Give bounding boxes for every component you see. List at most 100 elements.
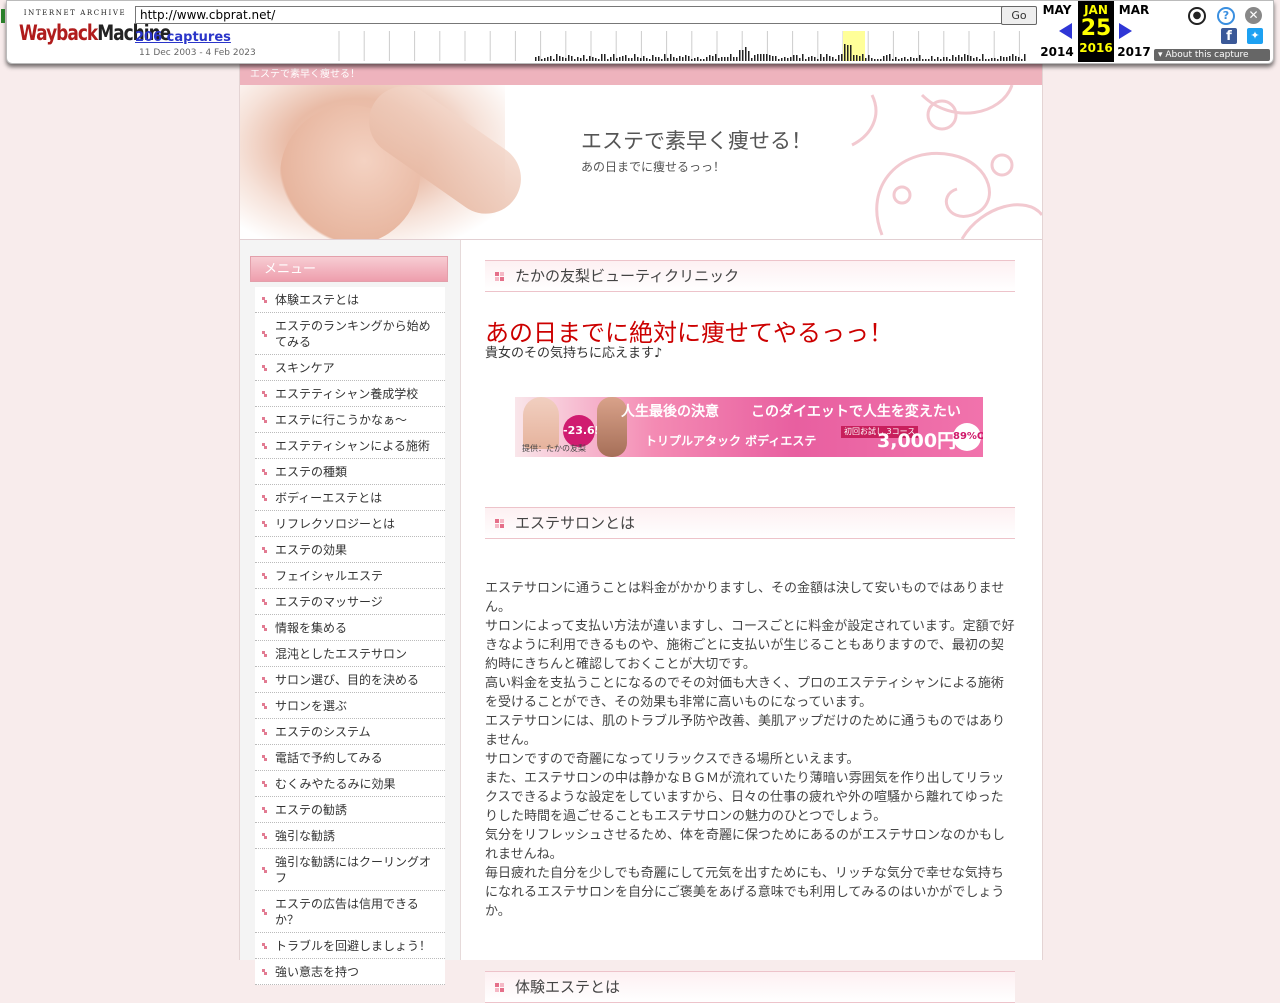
sparkline-bar (700, 59, 702, 61)
sparkline-bar (607, 59, 609, 61)
url-input[interactable]: http://www.cbprat.net/ (135, 6, 1003, 24)
paragraph-line: サロンによって支払い方法が違いますし、コースごとに料金が設定されています。定額で… (485, 619, 1015, 672)
next-capture-arrow-icon[interactable] (1119, 23, 1132, 39)
sidebar-item[interactable]: トラブルを回避しましょう！ (255, 933, 445, 959)
sidebar-item-label: エステの広告は信用できるか？ (275, 897, 419, 927)
sidebar-item[interactable]: むくみやたるみに効果 (255, 771, 445, 797)
sparkline-bar (898, 59, 900, 61)
paragraph-line: エステサロンには、肌のトラブル予防や改善、美肌アップだけのために通うものではあり… (485, 714, 1006, 748)
prev-year-label[interactable]: 2014 (1037, 45, 1077, 59)
captures-link[interactable]: 206 captures (135, 30, 231, 45)
sparkline-bar (892, 59, 894, 61)
menu-bullet-icon (262, 780, 267, 787)
sparkline-bar (682, 57, 684, 61)
sparkline-bar (817, 59, 819, 61)
sidebar-item[interactable]: リフレクソロジーとは (255, 511, 445, 537)
prev-month-label[interactable]: MAY (1037, 3, 1077, 17)
sidebar-item[interactable]: サロンを選ぶ (255, 693, 445, 719)
ad-banner[interactable]: -23.65kg 人生最後の決意 このダイエットで人生を変えたい トリプルアタッ… (515, 397, 983, 457)
sparkline-bar (859, 56, 861, 61)
sidebar-item[interactable]: エステのマッサージ (255, 589, 445, 615)
sidebar-item-label: ボディーエステとは (275, 491, 383, 505)
sparkline-bar (955, 57, 957, 61)
sparkline-bar (754, 55, 756, 61)
sparkline-bar (805, 59, 807, 61)
sparkline-bar (832, 57, 834, 61)
sidebar-item[interactable]: 混沌としたエステサロン (255, 641, 445, 667)
menu-bullet-icon (262, 520, 267, 527)
sparkline-bar (931, 56, 933, 61)
sidebar-item[interactable]: エステのシステム (255, 719, 445, 745)
current-day: 25 (1080, 16, 1112, 41)
sparkline-bar (676, 58, 678, 61)
sparkline-bar (886, 55, 888, 61)
sidebar-item-label: フェイシャルエステ (275, 569, 384, 583)
sidebar-item[interactable]: エステの効果 (255, 537, 445, 563)
section-bullet-icon (495, 983, 505, 993)
sidebar-item[interactable]: フェイシャルエステ (255, 563, 445, 589)
sparkline-bar (745, 47, 747, 61)
go-button[interactable]: Go (1001, 6, 1037, 25)
sidebar-item[interactable]: 電話で予約してみる (255, 745, 445, 771)
capture-sparkline[interactable] (335, 31, 1035, 61)
sparkline-bar (1000, 56, 1002, 61)
prev-capture-arrow-icon[interactable] (1059, 23, 1072, 39)
sidebar-item[interactable]: エステの広告は信用できるか？ (255, 891, 445, 933)
facebook-icon[interactable]: f (1221, 28, 1237, 44)
sidebar-item[interactable]: スキンケア (255, 355, 445, 381)
sidebar-item[interactable]: エステの勧誘 (255, 797, 445, 823)
sparkline-bar (823, 57, 825, 61)
sparkline-bar (862, 54, 864, 61)
sparkline-bar (628, 58, 630, 61)
banner-provider: 提供：たかの友梨 (522, 444, 586, 453)
sidebar-item[interactable]: エステティシャンによる施術 (255, 433, 445, 459)
sparkline-bar (748, 51, 750, 61)
logo-wayback-word: Wayback (19, 21, 98, 46)
next-month-label[interactable]: MAR (1114, 3, 1154, 17)
sparkline-bar (730, 54, 732, 61)
sparkline-bar (1021, 59, 1023, 61)
sidebar-item-label: トラブルを回避しましょう！ (275, 939, 432, 953)
sidebar-item[interactable]: 強引な勧誘 (255, 823, 445, 849)
wayback-logo[interactable]: INTERNET ARCHIVE WaybackMachine (19, 9, 171, 53)
help-icon[interactable]: ? (1217, 7, 1235, 25)
header-swirl-ornament (851, 85, 1042, 239)
sparkline-bar (907, 59, 909, 61)
menu-bullet-icon (262, 968, 267, 975)
sparkline-bar (787, 58, 789, 61)
sidebar-item-label: サロン選び、目的を決める (275, 673, 420, 687)
sparkline-bars (535, 44, 1026, 61)
sparkline-bar (547, 57, 549, 61)
sidebar-item[interactable]: サロン選び、目的を決める (255, 667, 445, 693)
sidebar-item[interactable]: 強引な勧誘にはクーリングオフ (255, 849, 445, 891)
sidebar-item[interactable]: 体験エステとは (255, 287, 445, 313)
sidebar-item[interactable]: エステティシャン養成学校 (255, 381, 445, 407)
next-year-label[interactable]: 2017 (1114, 45, 1154, 59)
section-bullet-icon (495, 272, 505, 282)
banner-model-before (523, 397, 559, 449)
site-subtitle: あの日までに痩せるっっ！ (581, 160, 726, 174)
twitter-icon[interactable]: ✦ (1247, 28, 1263, 44)
user-icon[interactable]: ● (1188, 7, 1206, 25)
sidebar-item-label: エステの種類 (275, 465, 348, 479)
sparkline-bar (1018, 57, 1020, 61)
close-icon[interactable]: ✕ (1245, 7, 1262, 24)
sidebar-item-label: エステの効果 (275, 543, 348, 557)
toolbar-edge (1, 9, 5, 23)
sidebar-item[interactable]: エステの種類 (255, 459, 445, 485)
sidebar-item-label: エステのマッサージ (275, 595, 383, 609)
sidebar-item[interactable]: エステに行こうかなぁ～ (255, 407, 445, 433)
sidebar-item[interactable]: エステのランキングから始めてみる (255, 313, 445, 355)
sparkline-bar (988, 59, 990, 61)
sidebar-item[interactable]: ボディーエステとは (255, 485, 445, 511)
menu-bullet-icon (262, 728, 267, 735)
menu-bullet-icon (262, 866, 267, 873)
sidebar-item[interactable]: 強い意志を持つ (255, 959, 445, 985)
sparkline-bar (901, 58, 903, 61)
sparkline-bar (637, 57, 639, 61)
menu-bullet-icon (262, 676, 267, 683)
sidebar-item-label: むくみやたるみに効果 (275, 777, 396, 791)
sidebar-item[interactable]: 情報を集める (255, 615, 445, 641)
about-capture-button[interactable]: ▾ About this capture (1154, 49, 1270, 61)
site-title[interactable]: エステで素早く痩せる！ (581, 125, 812, 155)
